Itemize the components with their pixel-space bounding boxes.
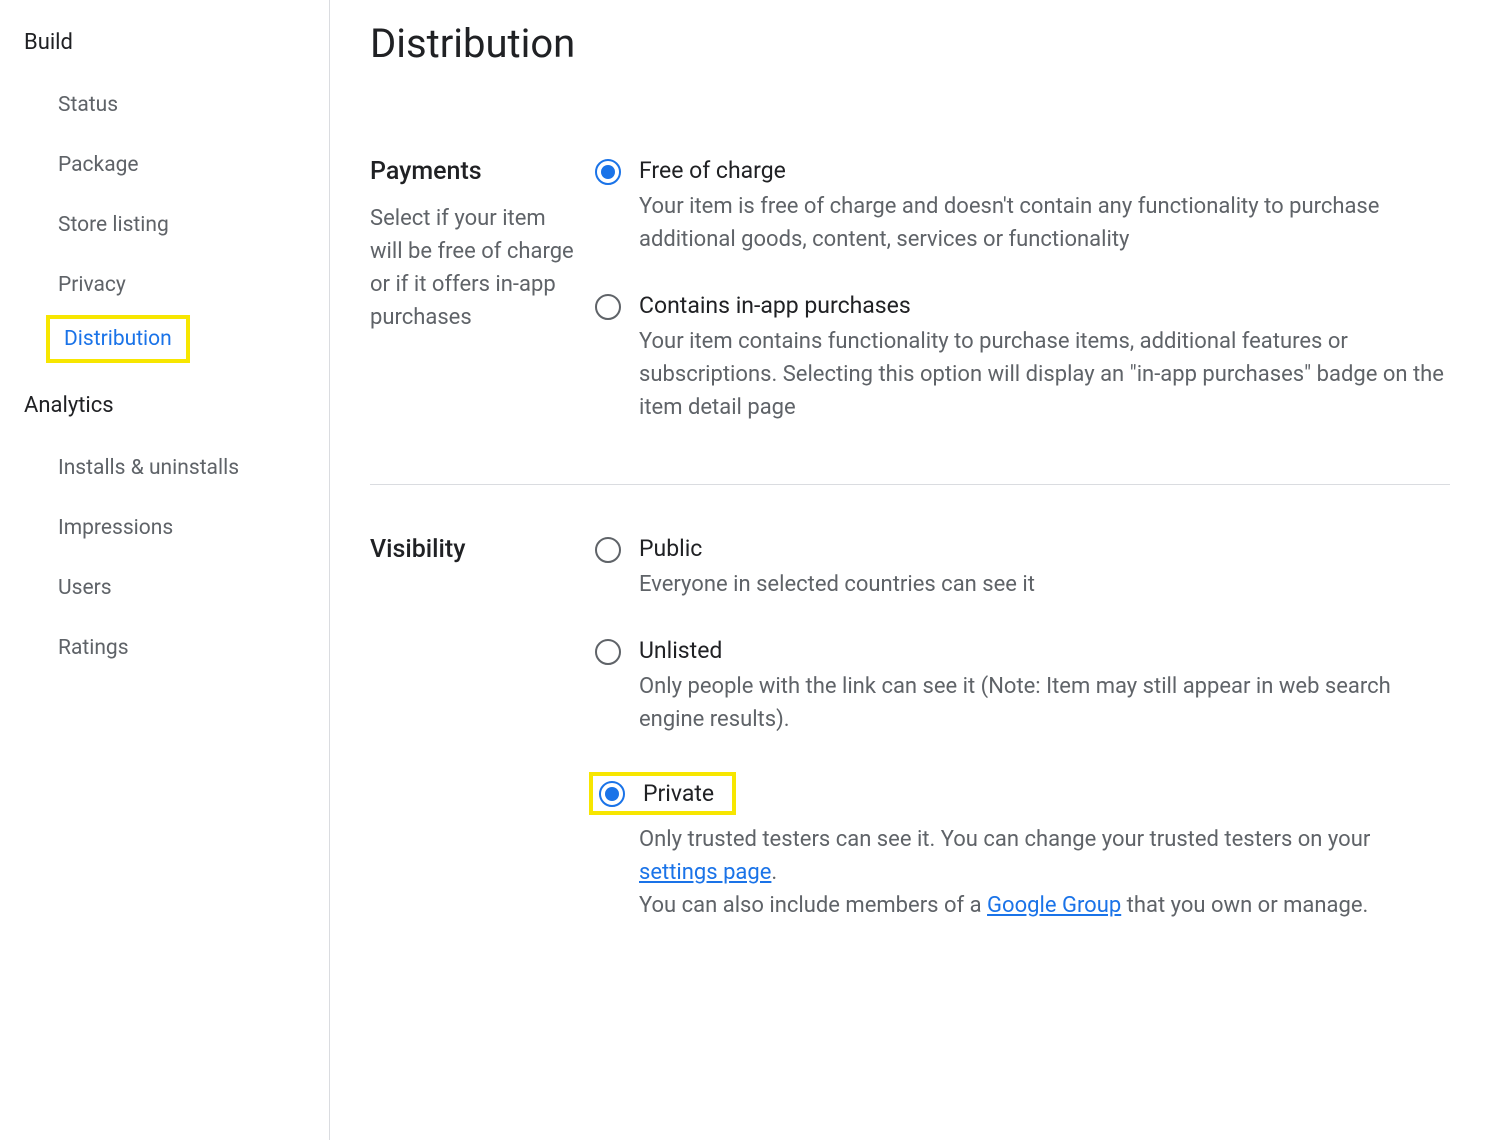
visibility-options: Public Everyone in selected countries ca…: [595, 535, 1450, 922]
private-desc-suffix: that you own or manage.: [1121, 893, 1368, 918]
sidebar-header-build: Build: [0, 20, 329, 75]
radio-option-private[interactable]: Private Only trusted testers can see it.…: [595, 772, 1450, 922]
radio-option-inapp[interactable]: Contains in-app purchases Your item cont…: [595, 292, 1450, 424]
main-content: Distribution Payments Select if your ite…: [330, 0, 1490, 1140]
sidebar: Build Status Package Store listing Priva…: [0, 0, 330, 1140]
option-public-desc: Everyone in selected countries can see i…: [639, 568, 1450, 601]
payments-description: Select if your item will be free of char…: [370, 202, 575, 334]
radio-unlisted[interactable]: [595, 639, 621, 665]
radio-inapp[interactable]: [595, 294, 621, 320]
option-free-title: Free of charge: [639, 157, 1450, 184]
sidebar-item-ratings[interactable]: Ratings: [0, 618, 153, 678]
highlight-private: Private: [589, 772, 736, 815]
private-desc-mid1: .: [771, 860, 777, 885]
option-free-desc: Your item is free of charge and doesn't …: [639, 190, 1450, 256]
sidebar-section-analytics: Analytics Installs & uninstalls Impressi…: [0, 383, 329, 678]
option-unlisted-title: Unlisted: [639, 637, 1450, 664]
radio-option-unlisted[interactable]: Unlisted Only people with the link can s…: [595, 637, 1450, 736]
sidebar-item-privacy[interactable]: Privacy: [0, 255, 150, 315]
sidebar-section-build: Build Status Package Store listing Priva…: [0, 20, 329, 363]
radio-free[interactable]: [595, 159, 621, 185]
radio-option-free[interactable]: Free of charge Your item is free of char…: [595, 157, 1450, 256]
payments-label: Payments: [370, 157, 575, 186]
option-inapp-desc: Your item contains functionality to purc…: [639, 325, 1450, 424]
option-private-title: Private: [643, 780, 714, 807]
sidebar-item-users[interactable]: Users: [0, 558, 136, 618]
page-title: Distribution: [370, 20, 1450, 67]
private-desc-mid2: You can also include members of a: [639, 893, 987, 918]
radio-private[interactable]: [599, 781, 625, 807]
radio-public[interactable]: [595, 537, 621, 563]
private-desc-prefix: Only trusted testers can see it. You can…: [639, 827, 1370, 852]
section-visibility-label-col: Visibility: [370, 535, 595, 922]
link-settings-page[interactable]: settings page: [639, 860, 771, 885]
link-google-group[interactable]: Google Group: [987, 893, 1121, 918]
highlight-distribution: Distribution: [46, 315, 190, 363]
radio-option-public[interactable]: Public Everyone in selected countries ca…: [595, 535, 1450, 601]
visibility-label: Visibility: [370, 535, 575, 564]
sidebar-item-store-listing[interactable]: Store listing: [0, 195, 193, 255]
section-payments-label-col: Payments Select if your item will be fre…: [370, 157, 595, 424]
sidebar-header-analytics: Analytics: [0, 383, 329, 438]
sidebar-item-distribution[interactable]: Distribution: [56, 321, 180, 357]
sidebar-item-package[interactable]: Package: [0, 135, 163, 195]
option-unlisted-desc: Only people with the link can see it (No…: [639, 670, 1450, 736]
option-private-desc: Only trusted testers can see it. You can…: [639, 823, 1450, 922]
payments-options: Free of charge Your item is free of char…: [595, 157, 1450, 424]
sidebar-item-status[interactable]: Status: [0, 75, 142, 135]
option-inapp-title: Contains in-app purchases: [639, 292, 1450, 319]
section-visibility: Visibility Public Everyone in selected c…: [370, 535, 1450, 982]
section-payments: Payments Select if your item will be fre…: [370, 157, 1450, 485]
sidebar-item-installs[interactable]: Installs & uninstalls: [0, 438, 263, 498]
option-public-title: Public: [639, 535, 1450, 562]
sidebar-item-impressions[interactable]: Impressions: [0, 498, 197, 558]
